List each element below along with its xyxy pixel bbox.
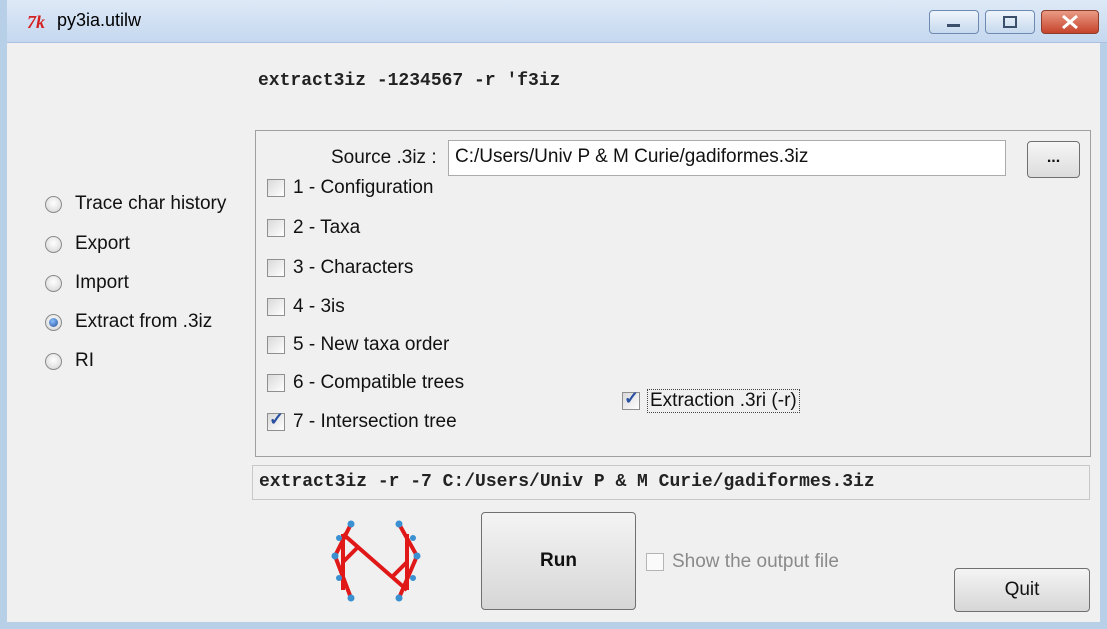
quit-button[interactable]: Quit bbox=[954, 568, 1090, 612]
radio-label: RI bbox=[75, 350, 94, 371]
checkbox-label: 3 - Characters bbox=[293, 257, 414, 278]
command-line-display: extract3iz -r -7 C:/Users/Univ P & M Cur… bbox=[252, 465, 1090, 500]
minimize-button[interactable] bbox=[929, 10, 979, 34]
checkbox[interactable] bbox=[267, 336, 285, 354]
radio-trace-char-history[interactable]: Trace char history bbox=[45, 189, 226, 219]
radio-indicator[interactable] bbox=[45, 235, 62, 253]
radio-label: Export bbox=[75, 233, 130, 254]
checkbox[interactable] bbox=[646, 553, 664, 571]
radio-import[interactable]: Import bbox=[45, 268, 129, 298]
option-characters[interactable]: 3 - Characters bbox=[267, 253, 413, 283]
radio-extract-from-3iz[interactable]: Extract from .3iz bbox=[45, 307, 212, 337]
checkbox-label: Show the output file bbox=[672, 551, 839, 572]
maximize-icon bbox=[1003, 16, 1017, 28]
option-show-output-file[interactable]: Show the output file bbox=[646, 547, 839, 577]
radio-ri[interactable]: RI bbox=[45, 346, 94, 376]
tk-feather-icon: 7k bbox=[27, 12, 45, 32]
title-bar: 7k py3ia.utilw bbox=[7, 0, 1107, 43]
option-3is[interactable]: 4 - 3is bbox=[267, 292, 345, 322]
checkbox-label: 7 - Intersection tree bbox=[293, 411, 457, 432]
checkbox[interactable] bbox=[267, 179, 285, 197]
radio-indicator[interactable] bbox=[45, 313, 62, 331]
svg-text:7k: 7k bbox=[27, 12, 45, 32]
checkbox[interactable] bbox=[267, 219, 285, 237]
top-command-label: extract3iz -1234567 -r 'f3iz bbox=[258, 71, 561, 91]
minimize-icon bbox=[947, 24, 960, 27]
source-path-input[interactable]: C:/Users/Univ P & M Curie/gadiformes.3iz bbox=[448, 140, 1006, 176]
radio-label: Trace char history bbox=[75, 193, 227, 214]
maximize-button[interactable] bbox=[985, 10, 1035, 34]
radio-label: Extract from .3iz bbox=[75, 311, 213, 332]
close-icon bbox=[1062, 14, 1078, 30]
radio-indicator[interactable] bbox=[45, 274, 62, 292]
checkbox-label: 1 - Configuration bbox=[293, 177, 434, 198]
radio-export[interactable]: Export bbox=[45, 229, 130, 259]
option-taxa[interactable]: 2 - Taxa bbox=[267, 213, 360, 243]
checkbox[interactable] bbox=[267, 259, 285, 277]
close-button[interactable] bbox=[1041, 10, 1099, 34]
checkbox-label: Extraction .3ri (-r) bbox=[647, 389, 800, 413]
radio-indicator[interactable] bbox=[45, 195, 62, 213]
checkbox-label: 5 - New taxa order bbox=[293, 334, 450, 355]
browse-button[interactable]: ... bbox=[1027, 141, 1080, 178]
checkbox[interactable] bbox=[267, 298, 285, 316]
checkbox-label: 2 - Taxa bbox=[293, 217, 361, 238]
option-extraction-3ri[interactable]: Extraction .3ri (-r) bbox=[622, 386, 800, 416]
source-label: Source .3iz : bbox=[331, 147, 437, 168]
option-new-taxa-order[interactable]: 5 - New taxa order bbox=[267, 330, 449, 360]
option-configuration[interactable]: 1 - Configuration bbox=[267, 173, 433, 203]
run-button[interactable]: Run bbox=[481, 512, 636, 610]
option-compatible-trees[interactable]: 6 - Compatible trees bbox=[267, 368, 464, 398]
radio-label: Import bbox=[75, 272, 129, 293]
checkbox[interactable] bbox=[267, 409, 285, 431]
option-intersection-tree[interactable]: 7 - Intersection tree bbox=[267, 407, 457, 437]
checkbox[interactable] bbox=[622, 388, 640, 410]
radio-indicator[interactable] bbox=[45, 352, 62, 370]
app-logo bbox=[331, 520, 421, 602]
window-title: py3ia.utilw bbox=[57, 10, 142, 30]
checkbox[interactable] bbox=[267, 374, 285, 392]
checkbox-label: 6 - Compatible trees bbox=[293, 372, 465, 393]
checkbox-label: 4 - 3is bbox=[293, 296, 345, 317]
